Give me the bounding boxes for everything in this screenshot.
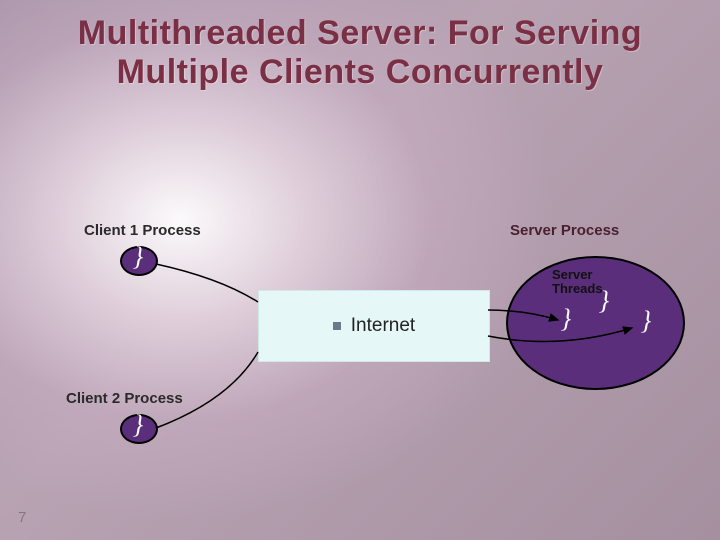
server-process-label: Server Process <box>510 222 619 239</box>
page-number: 7 <box>18 509 26 526</box>
server-squiggle-2: } <box>594 292 614 310</box>
client-1-label: Client 1 Process <box>84 222 201 239</box>
internet-label: Internet <box>351 315 415 337</box>
title-line-2: Multiple Clients Concurrently <box>117 53 604 91</box>
client-1-squiggle: } <box>128 248 148 266</box>
slide-title: Multithreaded Server: For Serving Multip… <box>0 14 720 92</box>
bullet-icon <box>333 322 341 330</box>
internet-box: Internet <box>258 290 490 362</box>
server-squiggle-1: } <box>556 310 576 328</box>
client-2-squiggle: } <box>128 416 148 434</box>
slide: Multithreaded Server: For Serving Multip… <box>0 0 720 540</box>
title-line-1: Multithreaded Server: For Serving <box>78 14 642 52</box>
client-2-label: Client 2 Process <box>66 390 183 407</box>
server-squiggle-3: } <box>636 312 656 330</box>
